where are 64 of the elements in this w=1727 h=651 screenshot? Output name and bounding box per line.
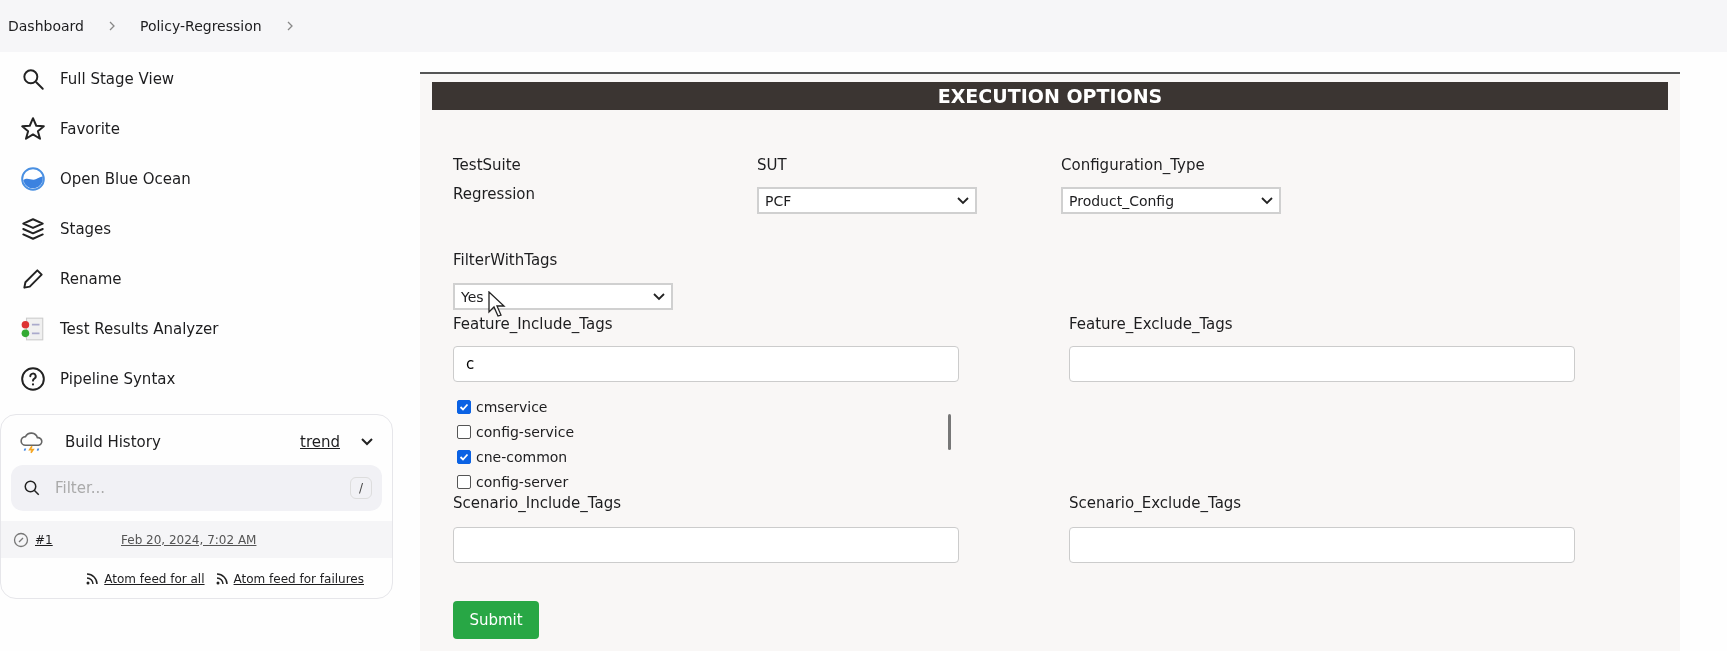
search-icon xyxy=(23,479,41,497)
field-label: Scenario_Include_Tags xyxy=(453,494,623,514)
pencil-icon xyxy=(20,266,46,292)
breadcrumb-link[interactable]: Dashboard xyxy=(8,18,84,34)
status-icon xyxy=(13,531,29,548)
report-icon xyxy=(20,316,46,342)
sidebar-item[interactable]: Full Stage View xyxy=(0,54,420,104)
sidebar-item[interactable]: Favorite xyxy=(0,104,420,154)
star-icon xyxy=(20,116,46,142)
rss-icon xyxy=(214,572,229,586)
breadcrumb-link[interactable]: Policy-Regression xyxy=(139,18,262,34)
tag-option[interactable]: cmservice xyxy=(457,397,959,417)
feed-link[interactable]: Atom feed for all xyxy=(104,572,205,586)
caret-icon xyxy=(957,196,969,205)
field-value: Regression xyxy=(453,185,537,205)
search-icon xyxy=(20,66,46,92)
dropdown[interactable]: Yes xyxy=(453,283,673,310)
text-field[interactable] xyxy=(1069,346,1575,382)
checkbox[interactable] xyxy=(457,475,471,489)
field-label: Feature_Exclude_Tags xyxy=(1069,315,1234,335)
build-number-link[interactable]: #1 xyxy=(35,532,115,547)
build-date-link[interactable]: Feb 20, 2024, 7:02 AM xyxy=(121,532,257,547)
field-label: FilterWithTags xyxy=(453,251,559,271)
checkbox[interactable] xyxy=(457,425,471,439)
dropdown[interactable]: PCF xyxy=(757,187,977,214)
field-label: Scenario_Exclude_Tags xyxy=(1069,494,1243,514)
checkbox[interactable] xyxy=(457,400,471,414)
layers-icon xyxy=(20,216,46,242)
tag-option[interactable]: cne-common xyxy=(457,447,959,467)
dropdown[interactable]: Product_Config xyxy=(1061,187,1281,214)
tag-option[interactable]: config-service xyxy=(457,422,959,442)
shortcut-key: / xyxy=(349,477,372,499)
checkmark-icon xyxy=(459,452,469,462)
build-row[interactable]: #1 Feb 20, 2024, 7:02 AM xyxy=(1,521,392,558)
chevron-down-icon[interactable] xyxy=(360,437,374,447)
checkmark-icon xyxy=(459,402,469,412)
sidebar-item[interactable]: Test Results Analyzer xyxy=(0,304,420,354)
section-title: EXECUTION OPTIONS xyxy=(432,82,1668,110)
help-icon xyxy=(20,366,46,392)
field-label: SUT xyxy=(757,156,788,176)
tag-option[interactable]: config-server xyxy=(457,472,959,492)
caret-icon xyxy=(653,292,665,301)
filter-input[interactable]: Filter... xyxy=(53,478,338,498)
sidebar-item[interactable]: Stages xyxy=(0,204,420,254)
sidebar-item[interactable]: Rename xyxy=(0,254,420,304)
feed-link[interactable]: Atom feed for failures xyxy=(233,572,364,586)
ocean-icon xyxy=(20,166,46,192)
field-label: TestSuite xyxy=(453,156,522,176)
cursor-icon xyxy=(488,291,506,317)
sidebar-item[interactable]: Pipeline Syntax xyxy=(0,354,420,404)
text-field[interactable] xyxy=(1069,527,1575,563)
scrollbar[interactable] xyxy=(948,414,951,450)
text-field[interactable]: c xyxy=(453,346,959,382)
rss-icon xyxy=(85,572,100,586)
caret-icon xyxy=(1261,196,1273,205)
field-label: Feature_Include_Tags xyxy=(453,315,614,335)
cloud-icon xyxy=(19,429,45,455)
sidebar-item[interactable]: Open Blue Ocean xyxy=(0,154,420,204)
text-field[interactable] xyxy=(453,527,959,563)
filter-field[interactable]: Filter... / xyxy=(11,465,382,511)
checkbox[interactable] xyxy=(457,450,471,464)
trend-link[interactable]: trend xyxy=(300,433,340,451)
field-label: Configuration_Type xyxy=(1061,156,1206,176)
build-history-title: Build History xyxy=(65,433,162,451)
